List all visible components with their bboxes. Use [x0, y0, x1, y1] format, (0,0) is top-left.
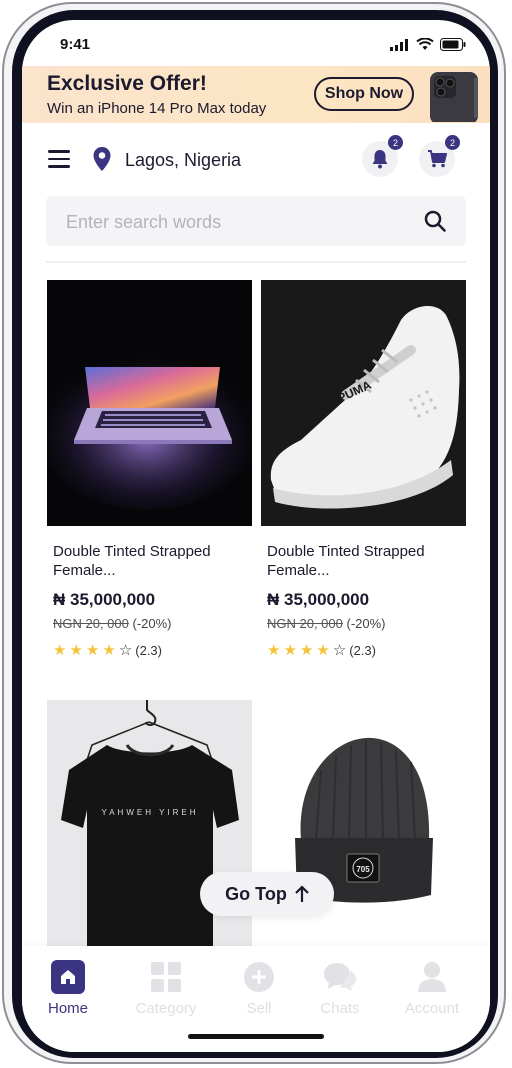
- plus-circle-icon: [242, 960, 276, 994]
- star-icon: ★: [267, 642, 281, 659]
- product-card[interactable]: PUMA Double Tinted Strapped Female... ₦ …: [261, 280, 466, 659]
- tab-label: Account: [404, 1000, 460, 1017]
- product-old-price: NGN 20, 000 (-20%): [53, 616, 252, 631]
- star-icon: ★: [53, 642, 67, 659]
- star-icon: ★: [299, 642, 314, 659]
- product-price: ₦ 35,000,000: [267, 590, 370, 609]
- old-price-value: NGN 20, 000: [267, 616, 343, 631]
- star-empty-icon: ☆: [332, 642, 347, 659]
- notifications-button[interactable]: 2: [362, 135, 403, 177]
- menu-icon[interactable]: [48, 150, 70, 168]
- discount-label: (-20%): [132, 616, 172, 631]
- banner-subtitle: Win an iPhone 14 Pro Max today: [47, 100, 267, 117]
- top-bar: Lagos, Nigeria 2 2: [22, 135, 490, 182]
- tab-label: Chats: [320, 1000, 360, 1017]
- go-top-label: Go Top: [225, 883, 287, 904]
- star-icon: ★: [69, 642, 83, 659]
- battery-icon: [440, 38, 466, 51]
- location-pin-icon: [93, 147, 111, 171]
- go-top-button[interactable]: Go Top: [200, 872, 334, 916]
- shirt-print-text: YAHWEH YIREH: [101, 808, 198, 817]
- product-rating: ★ ★ ★ ★ ☆ (2.3): [53, 641, 252, 659]
- star-icon: ★: [283, 642, 297, 659]
- home-indicator: [188, 1034, 324, 1039]
- cart-badge: 2: [445, 135, 460, 150]
- banner-title: Exclusive Offer!: [47, 72, 207, 95]
- product-name: Double Tinted Strapped Female...: [53, 543, 211, 579]
- product-image-sneaker[interactable]: PUMA: [261, 280, 466, 526]
- product-image-laptop[interactable]: [47, 280, 252, 526]
- promo-banner[interactable]: Exclusive Offer! Win an iPhone 14 Pro Ma…: [22, 66, 490, 123]
- bell-icon: [372, 150, 388, 169]
- chat-icon: [323, 960, 357, 994]
- shop-now-button[interactable]: Shop Now: [314, 77, 414, 111]
- tab-category[interactable]: Category: [126, 960, 206, 1017]
- product-rating: ★ ★ ★ ★ ☆ (2.3): [267, 641, 466, 659]
- status-time: 9:41: [60, 36, 91, 53]
- star-empty-icon: ☆: [118, 642, 133, 659]
- user-icon: [415, 960, 449, 994]
- signal-icon: [390, 38, 408, 51]
- product-old-price: NGN 20, 000 (-20%): [267, 616, 466, 631]
- cart-icon: [428, 150, 447, 168]
- search-input[interactable]: [64, 196, 408, 248]
- tab-label: Category: [135, 1000, 197, 1017]
- discount-label: (-20%): [346, 616, 386, 631]
- rating-value: (2.3): [349, 642, 376, 658]
- product-price: ₦ 35,000,000: [53, 590, 156, 609]
- old-price-value: NGN 20, 000: [53, 616, 129, 631]
- home-icon: [51, 960, 85, 994]
- status-icons: [390, 38, 466, 51]
- tab-home[interactable]: Home: [28, 960, 108, 1017]
- tab-sell[interactable]: Sell: [219, 960, 299, 1017]
- beanie-label-text: 705: [356, 865, 370, 874]
- search-icon[interactable]: [424, 210, 446, 232]
- search-bar: [46, 196, 466, 248]
- cart-button[interactable]: 2: [419, 135, 460, 177]
- tab-chats[interactable]: Chats: [300, 960, 380, 1017]
- rating-value: (2.3): [135, 642, 162, 658]
- tab-account[interactable]: Account: [392, 960, 472, 1017]
- tab-label: Sell: [246, 1000, 272, 1017]
- product-name: Double Tinted Strapped Female...: [267, 543, 425, 579]
- star-icon: ★: [316, 642, 330, 659]
- star-icon: ★: [102, 642, 116, 659]
- grid-icon: [149, 960, 183, 994]
- notifications-badge: 2: [388, 135, 403, 150]
- arrow-up-icon: [295, 885, 309, 902]
- app-screen: 9:41 Exclusive Offer! Win an iPhone 14 P…: [22, 20, 490, 1052]
- star-icon: ★: [85, 642, 100, 659]
- divider: [46, 261, 466, 263]
- location-label[interactable]: Lagos, Nigeria: [125, 150, 241, 171]
- tab-label: Home: [47, 1000, 88, 1017]
- wifi-icon: [416, 38, 434, 50]
- iphone-image: [430, 72, 478, 122]
- product-card[interactable]: Double Tinted Strapped Female... ₦ 35,00…: [47, 280, 252, 659]
- status-bar: 9:41: [22, 20, 490, 66]
